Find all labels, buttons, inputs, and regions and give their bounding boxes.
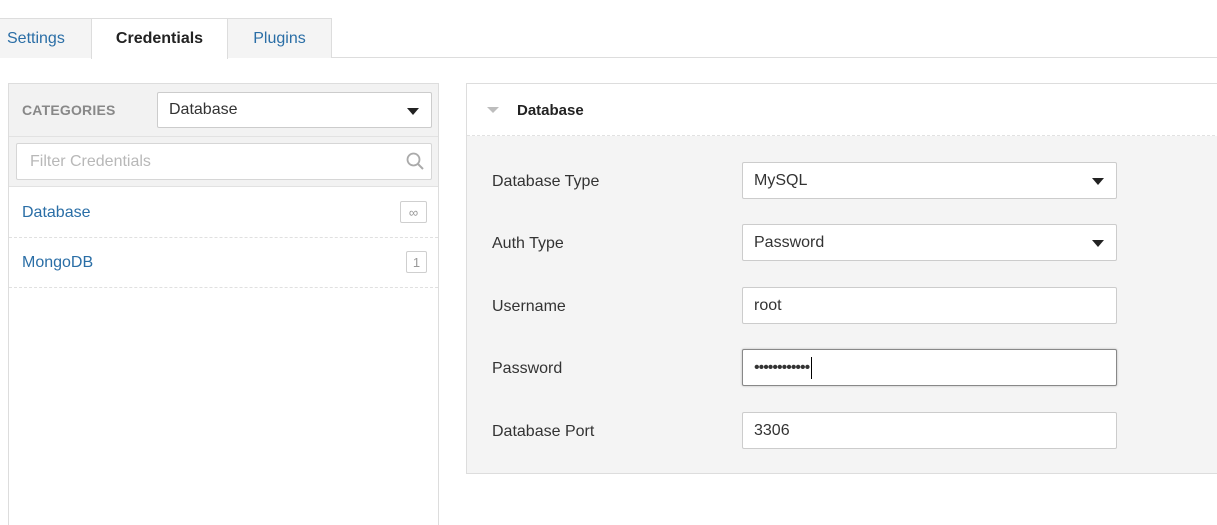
list-item-database[interactable]: Database ∞ bbox=[9, 188, 438, 238]
auth-type-label: Auth Type bbox=[492, 235, 564, 252]
detail-header: Database bbox=[467, 84, 1217, 136]
database-port-input[interactable]: 3306 bbox=[742, 412, 1117, 449]
database-port-value: 3306 bbox=[754, 421, 790, 439]
filter-bar bbox=[9, 137, 438, 187]
detail-title: Database bbox=[517, 102, 584, 119]
category-select-value: Database bbox=[169, 101, 238, 118]
database-port-label: Database Port bbox=[492, 423, 595, 440]
credentials-sidebar: CATEGORIES Database Database ∞ MongoDB 1 bbox=[8, 83, 439, 525]
credential-detail-panel: Database Database Type MySQL Auth Type P… bbox=[466, 83, 1217, 474]
tab-credentials[interactable]: Credentials bbox=[91, 18, 228, 59]
count-badge: ∞ bbox=[400, 201, 427, 223]
categories-label: CATEGORIES bbox=[22, 102, 116, 118]
chevron-down-icon bbox=[1092, 240, 1104, 247]
search-icon[interactable] bbox=[406, 152, 424, 170]
chevron-down-icon bbox=[1092, 178, 1104, 185]
collapse-icon[interactable] bbox=[487, 107, 499, 113]
list-item-label: Database bbox=[22, 204, 91, 221]
tab-settings[interactable]: Settings bbox=[0, 18, 92, 58]
text-cursor bbox=[811, 356, 813, 379]
database-type-label: Database Type bbox=[492, 173, 600, 190]
password-label: Password bbox=[492, 360, 563, 377]
username-label: Username bbox=[492, 298, 566, 315]
list-item-mongodb[interactable]: MongoDB 1 bbox=[9, 238, 438, 288]
category-select[interactable]: Database bbox=[157, 92, 432, 128]
chevron-down-icon bbox=[407, 108, 419, 115]
password-value: •••••••••••• bbox=[754, 358, 810, 376]
username-value: root bbox=[754, 296, 782, 314]
auth-type-value: Password bbox=[754, 233, 825, 251]
database-type-select[interactable]: MySQL bbox=[742, 162, 1117, 199]
filter-credentials-input[interactable] bbox=[16, 143, 432, 180]
categories-header: CATEGORIES Database bbox=[9, 84, 438, 137]
database-type-value: MySQL bbox=[754, 171, 808, 189]
username-input[interactable]: root bbox=[742, 287, 1117, 324]
tab-bar: Settings Plugins Credentials bbox=[0, 0, 1217, 59]
tab-plugins[interactable]: Plugins bbox=[227, 18, 332, 58]
count-badge: 1 bbox=[406, 251, 427, 273]
list-item-label: MongoDB bbox=[22, 254, 94, 271]
auth-type-select[interactable]: Password bbox=[742, 224, 1117, 261]
password-input[interactable]: •••••••••••• bbox=[742, 349, 1117, 386]
